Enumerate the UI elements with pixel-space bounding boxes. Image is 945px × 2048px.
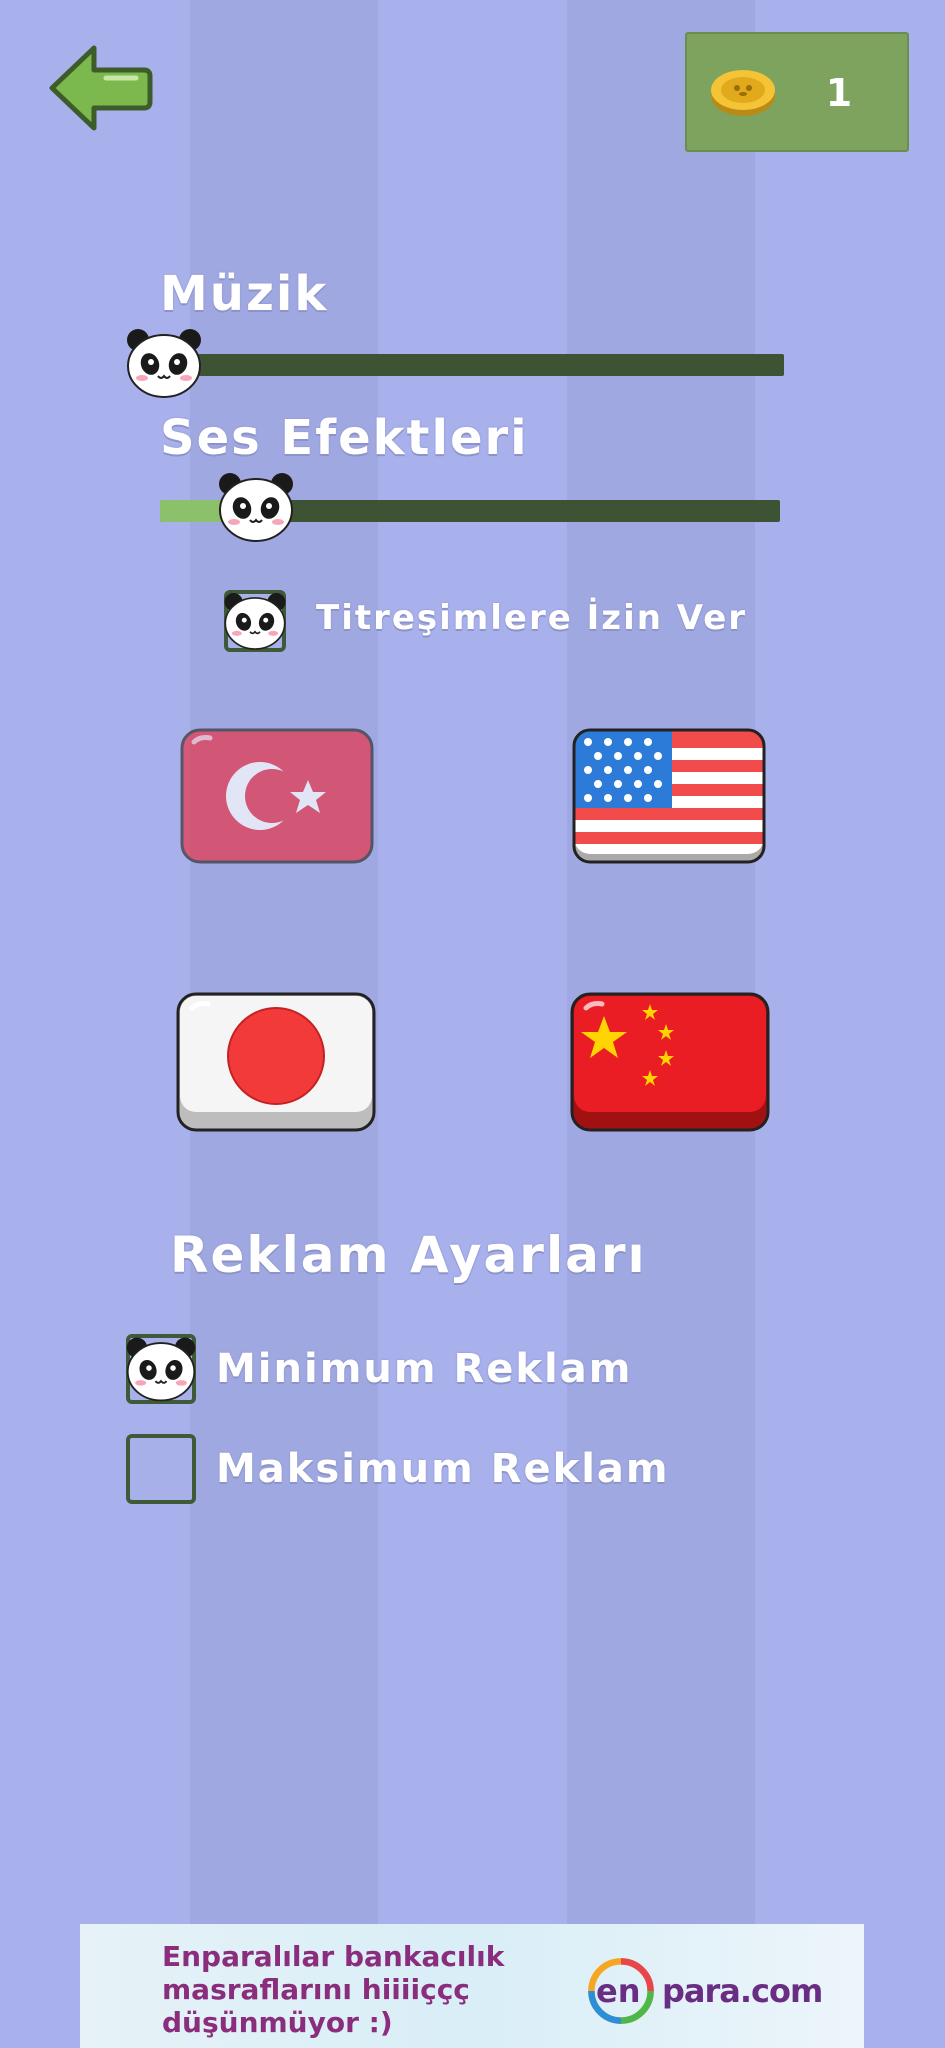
language-turkish-button[interactable] <box>180 728 374 864</box>
enpara-logo: en para.com <box>584 1954 823 2034</box>
language-chinese-button[interactable] <box>570 992 770 1132</box>
ad-banner[interactable]: Enparalılar bankacılık masraflarını hiii… <box>80 1924 864 2048</box>
sound-effects-label: Ses Efektleri <box>160 410 529 466</box>
language-japanese-button[interactable] <box>176 992 376 1132</box>
vibration-checkbox[interactable] <box>224 590 286 652</box>
minimum-ads-label: Minimum Reklam <box>216 1346 633 1392</box>
language-english-button[interactable] <box>572 728 766 864</box>
panda-check-icon <box>224 592 286 650</box>
left-arrow-icon <box>49 45 153 131</box>
panda-slider-handle-icon[interactable] <box>216 470 296 544</box>
vibration-label: Titreşimlere İzin Ver <box>316 598 748 638</box>
minimum-ads-checkbox[interactable] <box>126 1334 196 1404</box>
panda-slider-handle-icon[interactable] <box>124 326 204 400</box>
ad-banner-text: Enparalılar bankacılık masraflarını hiii… <box>162 1940 505 2039</box>
coin-icon <box>711 70 775 116</box>
sound-effects-slider[interactable] <box>160 473 780 542</box>
enpara-logo-prefix: en <box>596 1972 641 2010</box>
maximum-ads-checkbox[interactable] <box>126 1434 196 1504</box>
china-flag-icon <box>570 992 770 1132</box>
turkey-flag-icon <box>180 728 374 864</box>
coin-count: 1 <box>825 71 853 115</box>
panda-check-icon <box>126 1337 196 1402</box>
coin-counter: 1 <box>685 32 909 152</box>
music-slider[interactable] <box>127 329 784 398</box>
enpara-logo-text: para.com <box>662 1972 823 2010</box>
back-button[interactable] <box>48 44 154 132</box>
maximum-ads-label: Maksimum Reklam <box>216 1446 670 1492</box>
music-label: Müzik <box>160 266 329 322</box>
japan-flag-icon <box>176 992 376 1132</box>
usa-flag-icon <box>572 728 766 864</box>
ad-settings-title: Reklam Ayarları <box>170 1226 647 1284</box>
